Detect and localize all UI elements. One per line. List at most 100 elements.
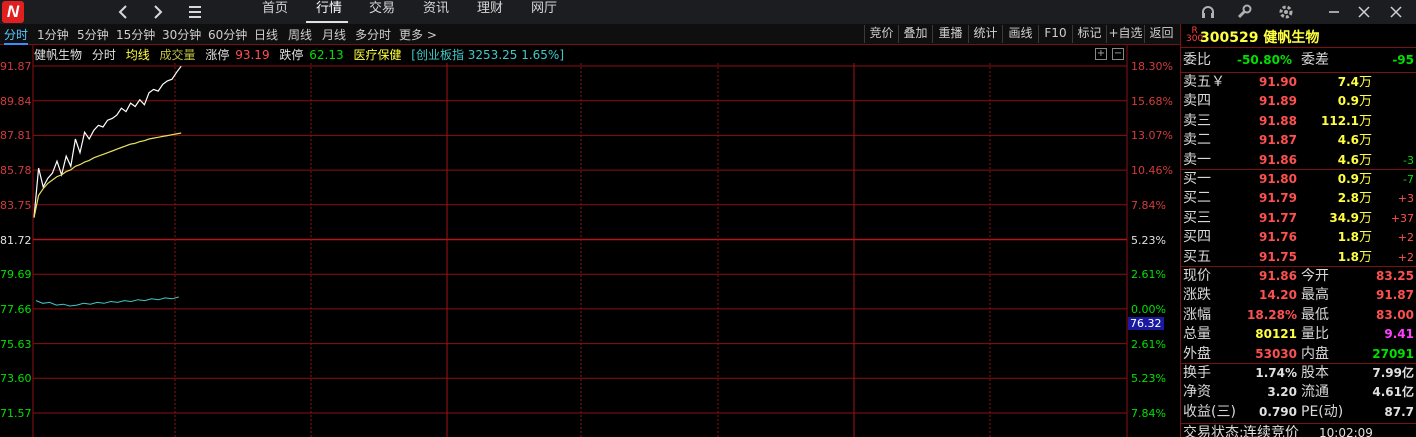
percent-tick-label: 5.23% [1131, 372, 1166, 386]
ask-price: 91.86 [1259, 152, 1297, 167]
stat-label: 现价 [1183, 268, 1211, 284]
tab-weekly[interactable]: 周线 [288, 26, 312, 43]
stat-value-2: 91.87 [1376, 288, 1414, 303]
bid-volume-unit: 万 [1358, 230, 1372, 246]
return-button[interactable]: 返回 [1144, 25, 1178, 43]
intraday-chart[interactable] [0, 45, 1180, 437]
stat-value: 53030 [1255, 346, 1297, 361]
menu-icon[interactable] [182, 0, 206, 24]
bid-volume-number: 1.8 [1337, 249, 1359, 264]
stat-value-2: 83.25 [1376, 269, 1414, 283]
ask-label: 卖一 [1183, 151, 1211, 168]
bid-row[interactable]: 买五 91.75 1.8万 +2 [1181, 248, 1416, 267]
bid-delta: +37 [1390, 211, 1414, 225]
draw-line-button[interactable]: 画线 [1002, 25, 1038, 43]
bid-volume-unit: 万 [1358, 172, 1372, 187]
bid-row[interactable]: 买二 91.79 2.8万 +3 [1181, 189, 1416, 208]
indicator-line [35, 296, 179, 307]
close-icon[interactable] [1382, 0, 1410, 24]
bid-label: 买一 [1183, 171, 1211, 187]
stat-row: 总量 80121 量比 9.41 [1181, 325, 1416, 344]
bid-row[interactable]: 买四 91.76 1.8万 +2 [1181, 228, 1416, 247]
ask-row[interactable]: 卖三 91.88 112.1万 [1181, 112, 1416, 131]
trade-time: 10:02:09 [1319, 426, 1373, 437]
ask-row[interactable]: 卖二 91.87 4.6万 [1181, 131, 1416, 150]
stat-label-2: 最低 [1301, 306, 1329, 323]
price-tick-label: 79.69 [0, 268, 32, 282]
replay-button[interactable]: 重播 [932, 25, 968, 43]
stat-label-2: 量比 [1301, 326, 1329, 343]
tab-daily[interactable]: 日线 [254, 26, 278, 43]
menu-trade[interactable]: 交易 [369, 0, 395, 24]
tab-intraday[interactable]: 分时 [4, 26, 29, 45]
stat-label: 涨跌 [1183, 287, 1211, 304]
ask-volume: 4.6万 [1338, 151, 1372, 170]
f10-button[interactable]: F10 [1038, 25, 1072, 43]
stats-button[interactable]: 统计 [968, 25, 1002, 43]
ask-row[interactable]: 卖四 91.89 0.9万 [1181, 92, 1416, 111]
back-arrow-icon[interactable] [111, 0, 135, 24]
tab-1min[interactable]: 1分钟 [37, 26, 69, 43]
percent-tick-label: 10.46% [1131, 164, 1173, 178]
top-bar: N 首页 行情 交易 资讯 理财 网厅 [0, 0, 1416, 24]
tab-multi-intraday[interactable]: 多分时 [355, 26, 391, 43]
add-watchlist-button[interactable]: +自选 [1106, 25, 1144, 43]
bid-row[interactable]: 买一 91.80 0.9万 -7 [1181, 170, 1416, 189]
bid-volume-number: 34.9 [1329, 210, 1359, 225]
percent-tick-label: 15.68% [1131, 94, 1173, 108]
price-tick-label: 77.66 [0, 302, 32, 316]
tab-60min[interactable]: 60分钟 [208, 26, 247, 43]
stat-label: 涨幅 [1183, 306, 1211, 323]
percent-tick-label: 5.23% [1131, 233, 1166, 247]
menu-finance[interactable]: 理财 [477, 0, 503, 24]
stat-value: 91.86 [1259, 269, 1297, 283]
ask-volume-number: 112.1 [1321, 113, 1359, 128]
stat-value-2: 27091 [1372, 346, 1414, 361]
stat-label: 收益(三) [1183, 403, 1236, 420]
bid-label: 买二 [1183, 190, 1211, 207]
headset-icon[interactable] [1190, 0, 1226, 24]
ask-row[interactable]: 卖五￥ 91.90 7.4万 [1181, 73, 1416, 92]
tab-more[interactable]: 更多 > [399, 26, 437, 43]
bid-volume-unit: 万 [1358, 191, 1372, 207]
ask-label: 卖三 [1183, 112, 1211, 129]
price-tick-label: 89.84 [0, 94, 32, 108]
bid-price: 91.75 [1259, 249, 1297, 264]
ask-volume: 4.6万 [1338, 131, 1372, 150]
mark-button[interactable]: 标记 [1072, 25, 1106, 43]
ask-volume-unit: 万 [1358, 94, 1372, 110]
percent-tick-label: 2.61% [1131, 337, 1166, 351]
price-tick-label: 83.75 [0, 198, 32, 212]
tab-5min[interactable]: 5分钟 [77, 26, 109, 43]
bid-row[interactable]: 买三 91.77 34.9万 +37 [1181, 209, 1416, 228]
ask-volume: 0.9万 [1338, 92, 1372, 111]
trade-status-row: 交易状态: 连续竞价 10:02:09 [1181, 424, 1416, 437]
bid-volume-unit: 万 [1358, 249, 1372, 265]
tab-15min[interactable]: 15分钟 [116, 26, 155, 43]
price-tick-label: 85.78 [0, 164, 32, 178]
tab-30min[interactable]: 30分钟 [162, 26, 201, 43]
bid-price: 91.79 [1259, 191, 1297, 206]
ask-price: 91.89 [1259, 94, 1297, 109]
forward-arrow-icon[interactable] [146, 0, 170, 24]
menu-home[interactable]: 首页 [262, 0, 288, 24]
price-tick-label: 81.72 [0, 233, 32, 247]
stat-row: 净资 3.20 流通 4.61亿 [1181, 383, 1416, 402]
app-logo: N [2, 1, 24, 23]
restore-icon[interactable] [1350, 0, 1378, 24]
overlay-button[interactable]: 叠加 [898, 25, 932, 43]
gear-icon[interactable] [1268, 0, 1304, 24]
menu-news[interactable]: 资讯 [423, 0, 449, 24]
order-diff-label: 委差 [1301, 52, 1329, 68]
ask-row[interactable]: 卖一 91.86 4.6万 -3 [1181, 151, 1416, 170]
menu-hall[interactable]: 网厅 [531, 0, 557, 24]
stat-label: 总量 [1183, 326, 1211, 343]
stat-label: 换手 [1183, 365, 1211, 381]
tab-monthly[interactable]: 月线 [322, 26, 346, 43]
wrench-icon[interactable] [1226, 0, 1262, 24]
minimize-icon[interactable] [1320, 0, 1348, 24]
stat-row: 换手 1.74% 股本 7.99亿 [1181, 364, 1416, 383]
ask-volume-unit: 万 [1358, 113, 1372, 129]
price-line [33, 65, 182, 218]
auction-button[interactable]: 竞价 [864, 25, 898, 43]
